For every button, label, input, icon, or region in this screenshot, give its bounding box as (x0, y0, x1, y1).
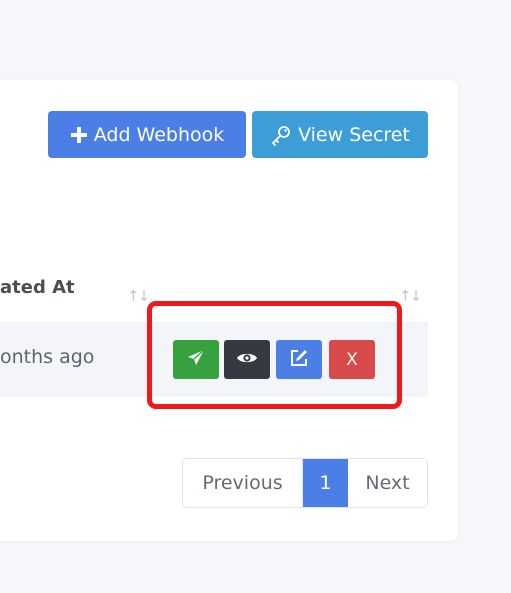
plus-icon (70, 126, 88, 144)
sort-icon[interactable]: ↑↓ (399, 287, 422, 305)
updated-at-cell: onths ago (0, 346, 95, 368)
next-page-button[interactable]: Next (348, 459, 427, 507)
view-secret-label: View Secret (298, 123, 410, 146)
column-header-updated-at[interactable]: ated At (0, 277, 75, 298)
add-webhook-label: Add Webhook (93, 123, 225, 146)
annotation-highlight-box (147, 301, 402, 409)
key-icon (270, 124, 292, 146)
page-1-button[interactable]: 1 (303, 459, 348, 507)
pagination: Previous 1 Next (182, 458, 428, 508)
sort-icon[interactable]: ↑↓ (127, 287, 150, 305)
previous-page-button[interactable]: Previous (183, 459, 303, 507)
add-webhook-button[interactable]: Add Webhook (48, 111, 246, 158)
view-secret-button[interactable]: View Secret (252, 111, 428, 158)
